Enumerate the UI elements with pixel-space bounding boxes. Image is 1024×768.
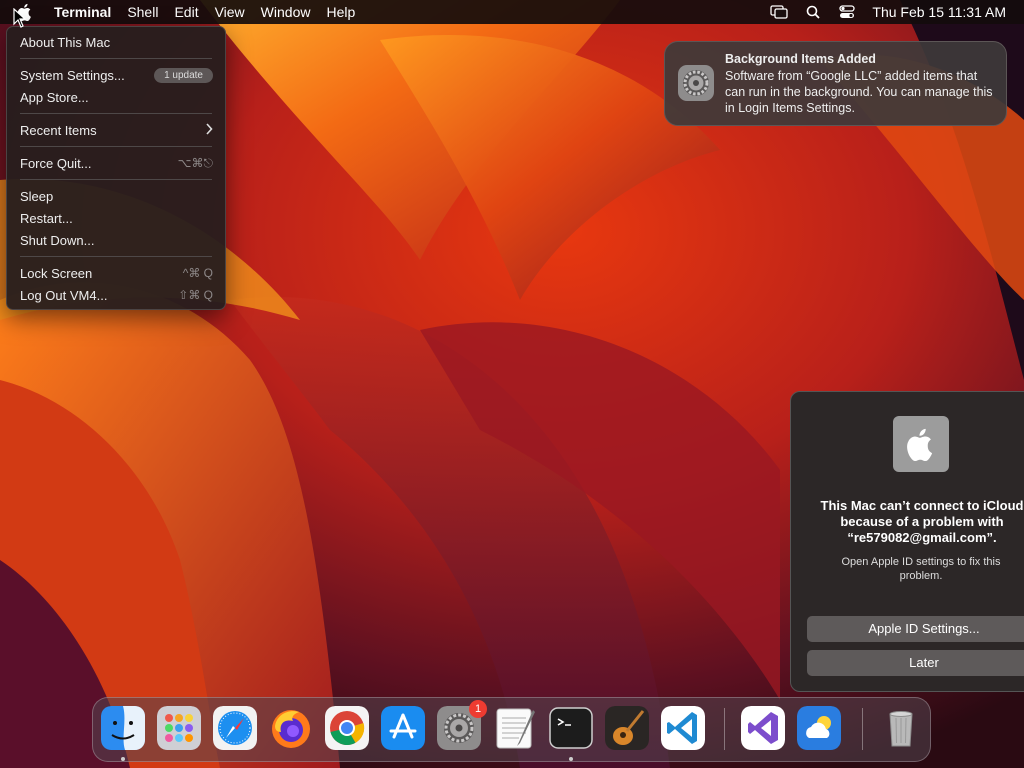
icloud-alert-dialog: This Mac can’t connect to iCloud because… [790, 391, 1024, 692]
terminal-icon[interactable] [549, 706, 593, 750]
keyboard-shortcut: ⌥⌘⎋ [177, 155, 213, 170]
menu-item-app-store[interactable]: App Store... [7, 86, 225, 108]
garageband-icon[interactable] [605, 706, 649, 750]
google-chrome-icon[interactable] [325, 706, 369, 750]
menu-item-shut-down[interactable]: Shut Down... [7, 229, 225, 251]
chevron-right-icon [205, 122, 213, 138]
menu-separator [20, 113, 212, 114]
dock-divider [862, 708, 863, 750]
launchpad-icon[interactable] [157, 706, 201, 750]
menu-app-terminal[interactable]: Terminal [46, 0, 119, 24]
menu-item-label: Sleep [20, 188, 54, 204]
running-indicator [121, 757, 125, 761]
menu-item-log-out[interactable]: Log Out VM4... ⇧⌘ Q [7, 284, 225, 306]
menu-view[interactable]: View [207, 0, 253, 24]
dock-divider [724, 708, 725, 750]
notification-body: Software from “Google LLC” added items t… [725, 69, 993, 115]
safari-icon[interactable] [213, 706, 257, 750]
notification-title: Background Items Added [725, 52, 876, 66]
notification-badge: 1 [469, 700, 487, 718]
menu-item-label: Restart... [20, 210, 73, 226]
dock: 1 [92, 697, 931, 762]
keyboard-shortcut: ⇧⌘ Q [178, 288, 213, 302]
apple-id-settings-button[interactable]: Apple ID Settings... [807, 616, 1024, 642]
menu-separator [20, 256, 212, 257]
menu-item-label: App Store... [20, 89, 89, 105]
keyboard-shortcut: ^⌘ Q [182, 266, 213, 280]
menu-item-label: Recent Items [20, 122, 97, 138]
menu-item-label: Force Quit... [20, 155, 92, 171]
visual-studio-icon[interactable] [741, 706, 785, 750]
menu-help[interactable]: Help [318, 0, 363, 24]
menu-item-restart[interactable]: Restart... [7, 207, 225, 229]
menu-window[interactable]: Window [253, 0, 319, 24]
mouse-cursor-icon [13, 8, 27, 28]
control-center-icon[interactable] [830, 0, 864, 24]
system-settings-gear-icon [677, 64, 715, 102]
background-items-notification[interactable]: Background Items Added Software from “Go… [664, 41, 1007, 126]
alert-message: This Mac can’t connect to iCloud because… [820, 498, 1024, 545]
menu-item-label: Shut Down... [20, 232, 95, 248]
menu-separator [20, 179, 212, 180]
menubar-clock[interactable]: Thu Feb 15 11:31 AM [864, 4, 1024, 20]
menu-item-system-settings[interactable]: System Settings... 1 update [7, 64, 225, 86]
menu-item-lock-screen[interactable]: Lock Screen ^⌘ Q [7, 262, 225, 284]
firefox-icon[interactable] [269, 706, 313, 750]
menu-shell[interactable]: Shell [119, 0, 166, 24]
menu-item-recent-items[interactable]: Recent Items [7, 119, 225, 141]
visual-studio-code-icon[interactable] [661, 706, 705, 750]
weather-icon[interactable] [797, 706, 841, 750]
menu-item-sleep[interactable]: Sleep [7, 185, 225, 207]
app-store-icon[interactable] [381, 706, 425, 750]
alert-informative-text: Open Apple ID settings to fix this probl… [841, 556, 1001, 582]
textedit-icon[interactable] [493, 706, 537, 750]
apple-logo-icon [893, 416, 949, 472]
menu-bar: Terminal Shell Edit View Window Help Thu… [0, 0, 1024, 24]
update-count-badge: 1 update [154, 67, 213, 83]
finder-icon[interactable] [101, 706, 145, 750]
menu-separator [20, 58, 212, 59]
menu-item-about-this-mac[interactable]: About This Mac [7, 31, 225, 53]
apple-menu-dropdown: About This Mac System Settings... 1 upda… [6, 26, 226, 310]
menu-edit[interactable]: Edit [166, 0, 206, 24]
spotlight-search-icon[interactable] [796, 0, 830, 24]
menu-item-label: System Settings... [20, 67, 125, 83]
later-button[interactable]: Later [807, 650, 1024, 676]
menu-separator [20, 146, 212, 147]
menu-item-label: Lock Screen [20, 265, 93, 281]
menu-item-force-quit[interactable]: Force Quit... ⌥⌘⎋ [7, 152, 225, 174]
screen-mirroring-icon[interactable] [762, 0, 796, 24]
running-indicator [569, 757, 573, 761]
trash-icon[interactable] [879, 706, 923, 750]
menu-item-label: Log Out VM4... [20, 287, 108, 303]
menu-item-label: About This Mac [20, 34, 111, 50]
